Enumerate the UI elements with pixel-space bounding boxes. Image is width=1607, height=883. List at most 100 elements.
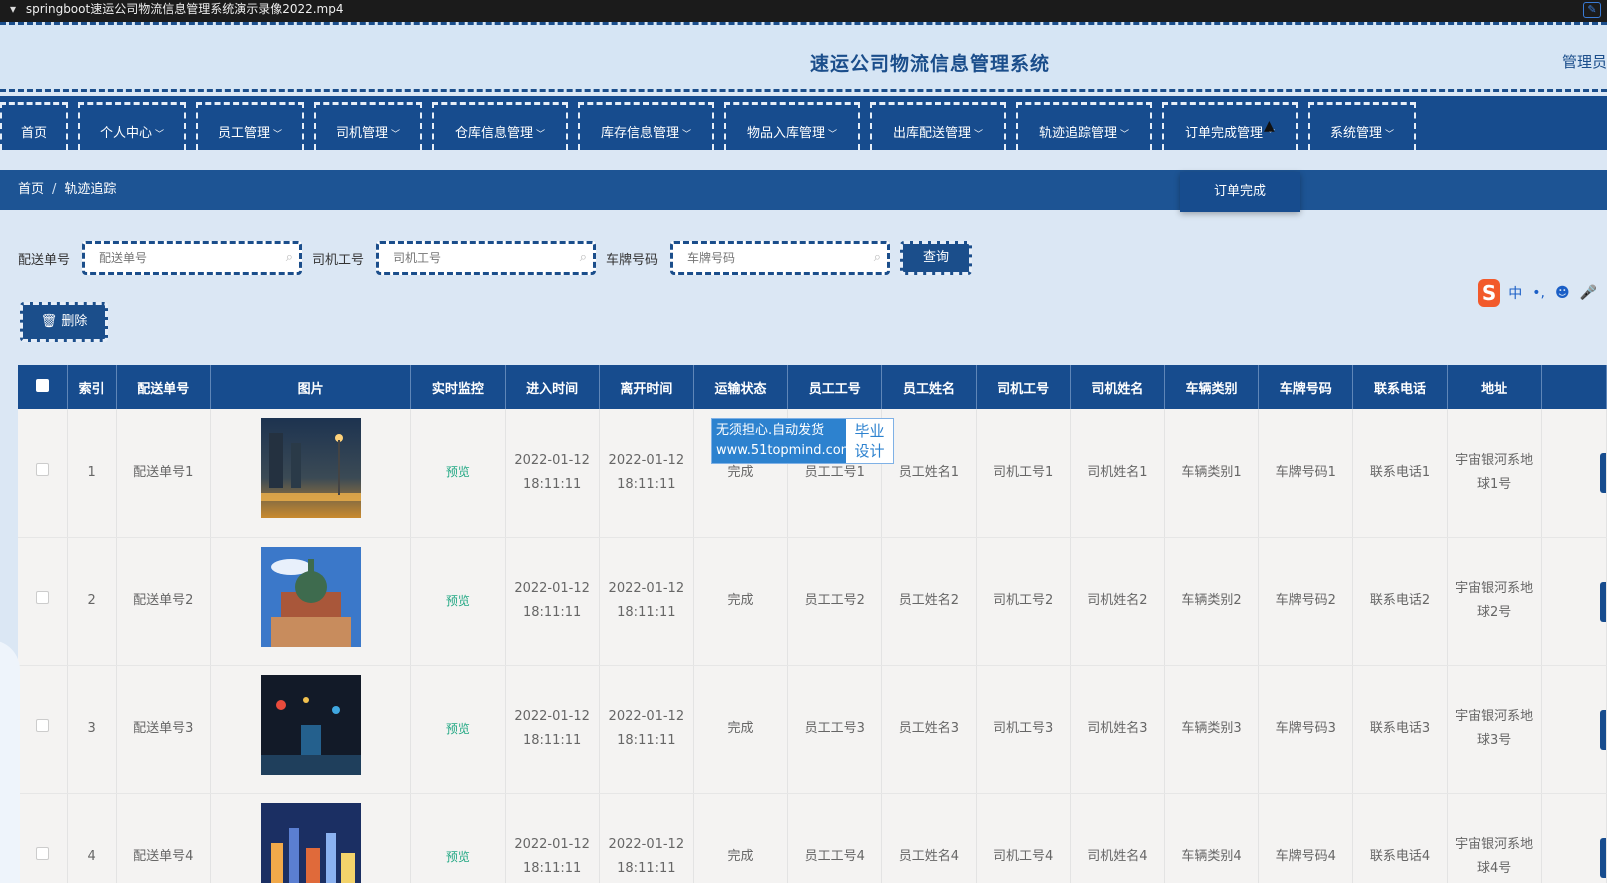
nav-item-outbound[interactable]: 出库配送管理 ﹀ bbox=[870, 102, 1006, 150]
edit-icon[interactable]: ✎ bbox=[1583, 2, 1601, 18]
cell-plate: 车牌号码2 bbox=[1258, 537, 1354, 666]
cell-index: 3 bbox=[67, 665, 117, 794]
delivery-label: 配送单号 bbox=[18, 252, 71, 268]
delete-button[interactable]: 🗑 删除 bbox=[20, 302, 108, 342]
page-title: 速运公司物流信息管理系统 bbox=[809, 53, 1050, 75]
table-row: 4 配送单号4 预览 2022-01-12 18:11:11 2022-01-1… bbox=[18, 793, 1607, 883]
cell-enter-time: 2022-01-12 18:11:11 bbox=[505, 665, 600, 794]
column-header: 车辆类别 bbox=[1164, 365, 1260, 409]
driver-field[interactable]: ⌕ bbox=[376, 241, 597, 275]
preview-link[interactable]: 预览 bbox=[446, 465, 470, 479]
preview-link[interactable]: 预览 bbox=[446, 850, 470, 864]
user-name[interactable]: 管理员 bbox=[1562, 51, 1607, 72]
nav-item-warehouse[interactable]: 仓库信息管理 ﹀ bbox=[432, 102, 568, 150]
column-header: 员工工号 bbox=[787, 365, 883, 409]
cell-emp-name: 员工姓名1 bbox=[881, 409, 977, 538]
breadcrumb-home[interactable]: 首页 bbox=[18, 182, 44, 197]
city-skyline-photo[interactable] bbox=[260, 802, 361, 883]
cell-vehicle: 车辆类别2 bbox=[1164, 537, 1260, 666]
plate-field[interactable]: ⌕ bbox=[670, 241, 891, 275]
nav-item-driver[interactable]: 司机管理 ﹀ bbox=[314, 102, 422, 150]
preview-link[interactable]: 预览 bbox=[446, 594, 470, 608]
nav-item-staff[interactable]: 员工管理 ﹀ bbox=[196, 102, 304, 150]
preview-link[interactable]: 预览 bbox=[446, 722, 470, 736]
breadcrumb-current: 轨迹追踪 bbox=[64, 182, 117, 197]
mouse-cursor-icon: ▲ bbox=[1264, 118, 1275, 134]
row-action-button[interactable] bbox=[1600, 709, 1606, 750]
sogou-logo-icon[interactable]: S bbox=[1478, 279, 1501, 307]
search-bar: 配送单号 ⌕ 司机工号 ⌕ 车牌号码 ⌕ 查询 bbox=[18, 240, 973, 276]
cell-address: 宇宙银河系地球2号 bbox=[1447, 537, 1542, 666]
column-header: 联系电话 bbox=[1352, 365, 1448, 409]
plate-input[interactable] bbox=[673, 244, 888, 272]
column-header: 配送单号 bbox=[116, 365, 211, 409]
breadcrumb: 首页 / 轨迹追踪 bbox=[0, 170, 1607, 210]
cell-emp-name: 员工姓名4 bbox=[881, 793, 977, 883]
row-checkbox[interactable] bbox=[35, 847, 49, 860]
table-row: 2 配送单号2 预览 2022-01-12 18:11:11 2022-01-1… bbox=[18, 537, 1607, 666]
column-header: 地址 bbox=[1447, 365, 1542, 409]
search-icon: ⌕ bbox=[873, 250, 882, 265]
select-all-cell[interactable] bbox=[18, 365, 68, 409]
cell-driver-id: 司机工号2 bbox=[976, 537, 1071, 666]
emoji-icon[interactable]: ☻ bbox=[1555, 285, 1570, 301]
trash-icon: 🗑 bbox=[40, 314, 62, 329]
driver-input[interactable] bbox=[379, 244, 594, 272]
video-title-bar: ▾ springboot速运公司物流信息管理系统演示录像2022.mp4 ✎ bbox=[0, 0, 1607, 22]
cell-status: 完成 bbox=[693, 665, 789, 794]
nav-item-home[interactable]: 首页 bbox=[0, 102, 68, 150]
ime-toolbar: S 中 •, ☻ 🎤 bbox=[1478, 278, 1607, 308]
cell-index: 4 bbox=[67, 793, 117, 883]
query-button[interactable]: 查询 bbox=[900, 241, 973, 275]
cell-vehicle: 车辆类别4 bbox=[1164, 793, 1260, 883]
column-header: 车牌号码 bbox=[1258, 365, 1354, 409]
select-all-checkbox[interactable] bbox=[35, 378, 49, 392]
row-action-button[interactable] bbox=[1600, 453, 1606, 493]
watermark-right1: 毕业 bbox=[854, 422, 885, 440]
table-header-row: 索引 配送单号 图片 实时监控 进入时间 离开时间 运输状态 员工工号 员工姓名… bbox=[18, 365, 1607, 409]
chevron-down-icon: ﹀ bbox=[155, 130, 165, 140]
watermark-banner: 无须担心.自动发货 www.51topmind.com 毕业 设计 bbox=[711, 418, 894, 464]
night-street-photo[interactable] bbox=[260, 418, 361, 519]
cell-plate: 车牌号码3 bbox=[1258, 665, 1354, 794]
cell-plate: 车牌号码4 bbox=[1258, 793, 1354, 883]
cell-emp-id: 员工工号3 bbox=[787, 665, 883, 794]
ime-mode[interactable]: 中 bbox=[1508, 283, 1522, 303]
cathedral-photo[interactable] bbox=[260, 546, 361, 647]
nav-item-personal-center[interactable]: 个人中心 ﹀ bbox=[78, 102, 186, 150]
cell-driver-id: 司机工号4 bbox=[976, 793, 1071, 883]
nav-item-inbound[interactable]: 物品入库管理 ﹀ bbox=[724, 102, 860, 150]
row-checkbox[interactable] bbox=[35, 591, 49, 604]
nav-item-system[interactable]: 系统管理 ﹀ bbox=[1308, 102, 1416, 150]
plate-label: 车牌号码 bbox=[606, 252, 659, 268]
nav-item-tracking[interactable]: 轨迹追踪管理 ﹀ bbox=[1016, 102, 1152, 150]
column-header: 索引 bbox=[67, 365, 117, 409]
cell-order: 配送单号2 bbox=[116, 537, 211, 666]
cell-phone: 联系电话1 bbox=[1352, 409, 1448, 538]
delivery-field[interactable]: ⌕ bbox=[82, 241, 303, 275]
dropdown-item-order-complete[interactable]: 订单完成 bbox=[1180, 172, 1300, 212]
chevron-down-icon[interactable]: ▾ bbox=[10, 0, 22, 18]
nav-item-order-complete[interactable]: 订单完成管理 ﹀ bbox=[1162, 102, 1298, 150]
breadcrumb-separator: / bbox=[52, 182, 57, 197]
column-header: 离开时间 bbox=[599, 365, 694, 409]
mic-icon[interactable]: 🎤 bbox=[1580, 285, 1597, 301]
row-action-button[interactable] bbox=[1600, 581, 1606, 622]
rainy-night-street-photo[interactable] bbox=[260, 674, 361, 775]
delivery-input[interactable] bbox=[85, 244, 300, 272]
column-header: 图片 bbox=[210, 365, 412, 409]
chevron-down-icon: ﹀ bbox=[273, 130, 283, 140]
row-checkbox[interactable] bbox=[35, 462, 49, 476]
driver-label: 司机工号 bbox=[312, 252, 365, 268]
cell-enter-time: 2022-01-12 18:11:11 bbox=[505, 793, 600, 883]
row-action-button[interactable] bbox=[1600, 837, 1606, 878]
cell-driver-id: 司机工号3 bbox=[976, 665, 1071, 794]
column-header-actions bbox=[1541, 365, 1607, 409]
cell-status: 完成 bbox=[693, 537, 789, 666]
watermark-line1: 无须担心.自动发货 bbox=[716, 423, 825, 438]
row-checkbox[interactable] bbox=[35, 719, 49, 732]
cell-order: 配送单号3 bbox=[116, 665, 211, 794]
site-header: 速运公司物流信息管理系统 管理员 bbox=[0, 22, 1607, 92]
punctuation-icon[interactable]: •, bbox=[1532, 285, 1545, 301]
nav-item-inventory[interactable]: 库存信息管理 ﹀ bbox=[578, 102, 714, 150]
